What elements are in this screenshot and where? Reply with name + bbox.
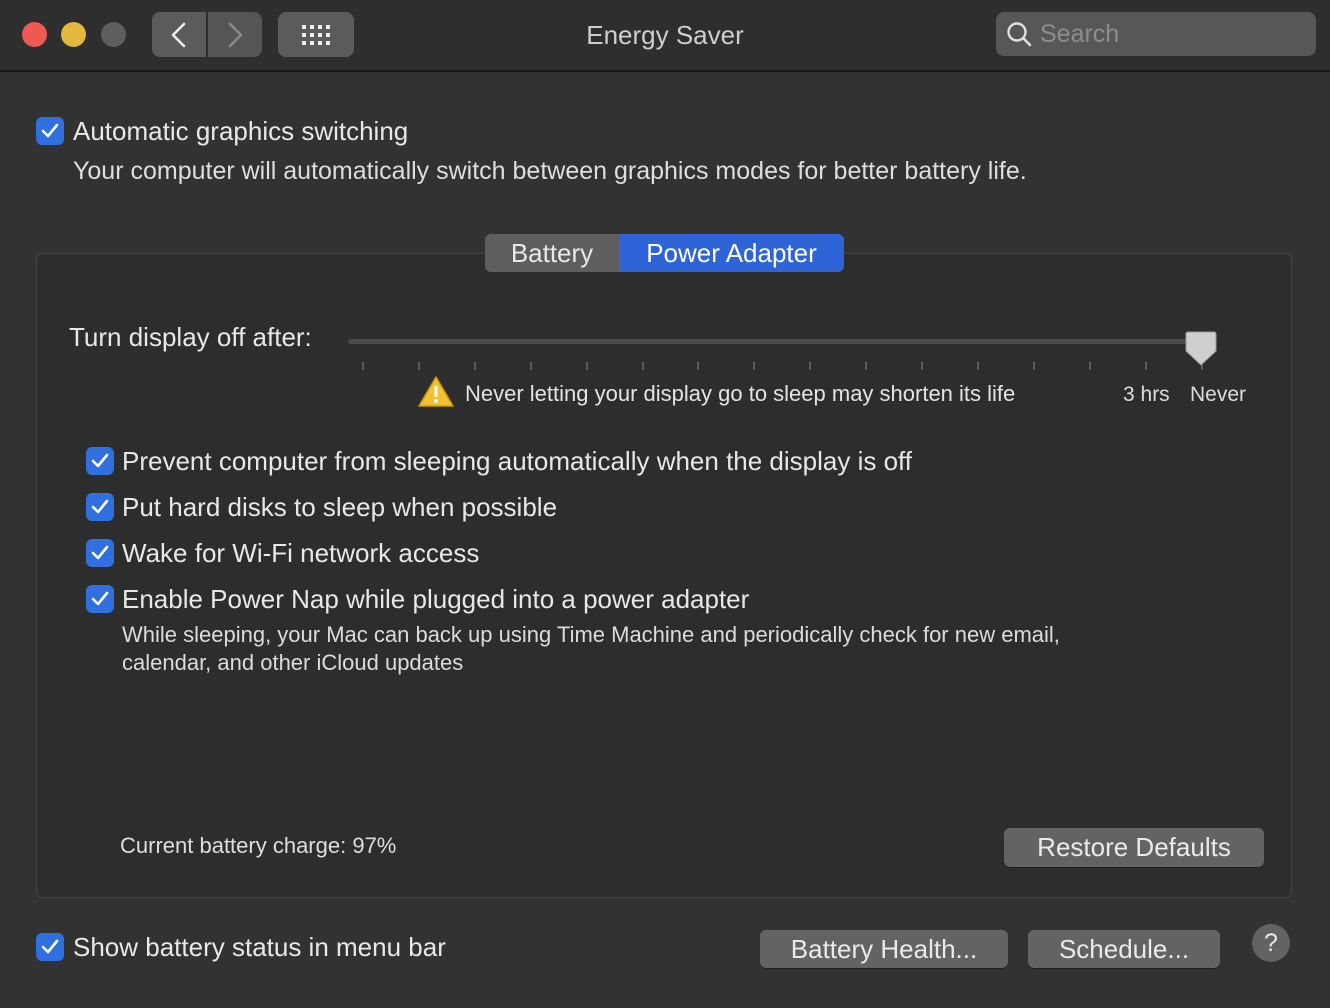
display-off-label: Turn display off after: <box>69 322 312 352</box>
wake-wifi-label: Wake for Wi-Fi network access <box>122 538 480 568</box>
power-nap-description-line: While sleeping, your Mac can back up usi… <box>122 622 1060 647</box>
power-nap-label: Enable Power Nap while plugged into a po… <box>122 584 750 614</box>
slider-tick <box>642 362 644 370</box>
checkmark-icon <box>91 591 109 606</box>
search-field[interactable] <box>996 12 1316 56</box>
tick-label-3-hrs: 3 hrs <box>1123 383 1170 406</box>
slider-tick <box>865 362 867 370</box>
help-button[interactable]: ? <box>1252 924 1290 962</box>
graphics-switching-checkbox[interactable] <box>36 117 64 145</box>
display-sleep-warning: Never letting your display go to sleep m… <box>465 381 1016 406</box>
tab-power-adapter[interactable]: Power Adapter <box>619 234 844 272</box>
slider-tick <box>1145 362 1147 370</box>
checkmark-icon <box>91 499 109 514</box>
menu-bar-battery-checkbox[interactable] <box>36 933 64 961</box>
title-bar: Energy Saver <box>0 0 1330 72</box>
slider-tick <box>474 362 476 370</box>
slider-tick <box>586 362 588 370</box>
search-icon <box>1007 22 1032 47</box>
power-nap-checkbox[interactable] <box>86 585 114 613</box>
slider-tick <box>530 362 532 370</box>
slider-tick <box>697 362 699 370</box>
slider-tick <box>977 362 979 370</box>
slider-tick <box>1033 362 1035 370</box>
menu-bar-battery-label: Show battery status in menu bar <box>73 932 446 962</box>
slider-tick <box>921 362 923 370</box>
checkmark-icon <box>91 545 109 560</box>
source-tabs: Battery Power Adapter <box>485 234 844 272</box>
power-nap-description: While sleeping, your Mac can back up usi… <box>122 621 1060 677</box>
checkmark-icon <box>41 939 59 954</box>
tick-label-never: Never <box>1190 383 1247 406</box>
slider-tick <box>1089 362 1091 370</box>
graphics-switching-label: Automatic graphics switching <box>73 116 409 146</box>
prevent-sleep-checkbox[interactable] <box>86 447 114 475</box>
battery-health-button[interactable]: Battery Health... <box>760 930 1008 968</box>
battery-charge-status: Current battery charge: 97% <box>120 833 397 858</box>
search-input[interactable] <box>1040 16 1302 52</box>
slider-tick <box>753 362 755 370</box>
hard-disk-sleep-label: Put hard disks to sleep when possible <box>122 492 558 522</box>
graphics-switching-description: Your computer will automatically switch … <box>73 157 1027 185</box>
slider-thumb[interactable] <box>1185 331 1217 367</box>
slider-tick <box>418 362 420 370</box>
wake-wifi-checkbox[interactable] <box>86 539 114 567</box>
power-nap-description-line: calendar, and other iCloud updates <box>122 650 464 675</box>
tab-battery[interactable]: Battery <box>485 234 619 272</box>
warning-icon <box>418 376 454 407</box>
checkmark-icon <box>41 123 59 138</box>
hard-disk-sleep-checkbox[interactable] <box>86 493 114 521</box>
prevent-sleep-label: Prevent computer from sleeping automatic… <box>122 446 913 476</box>
slider-tick <box>362 362 364 370</box>
schedule-button[interactable]: Schedule... <box>1028 930 1220 968</box>
restore-defaults-button[interactable]: Restore Defaults <box>1004 828 1264 867</box>
display-off-slider[interactable] <box>348 339 1216 344</box>
slider-tick <box>809 362 811 370</box>
checkmark-icon <box>91 453 109 468</box>
